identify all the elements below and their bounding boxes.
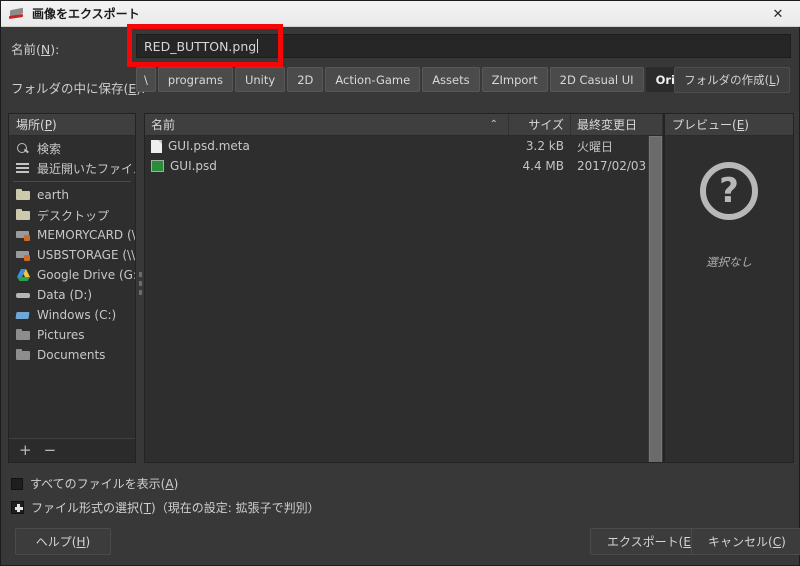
place-item-label: 検索: [37, 141, 62, 156]
export-image-dialog: 画像をエクスポート ✕ 名前(N): RED_BUTTON.png フォルダの中…: [0, 0, 800, 566]
title-bar: 画像をエクスポート ✕: [1, 1, 800, 27]
remove-place-button[interactable]: −: [44, 443, 57, 458]
file-type-label: ファイル形式の選択(T)（現在の設定: 拡張子で判別）: [31, 501, 320, 515]
breadcrumb-item[interactable]: Assets: [422, 67, 480, 92]
column-header-name[interactable]: 名前 ⌃: [145, 114, 509, 135]
breadcrumb-item[interactable]: ZImport: [481, 67, 548, 92]
column-header-name-label: 名前: [151, 118, 176, 132]
file-list-scrollbar[interactable]: [648, 136, 663, 462]
network-drive-icon: [16, 248, 31, 262]
file-name-cell: GUI.psd.meta: [145, 139, 509, 153]
place-item-label: Data (D:): [37, 288, 93, 302]
place-item[interactable]: 最近開いたファイル: [9, 158, 135, 178]
help-button[interactable]: ヘルプ(H): [15, 528, 111, 555]
checkbox-icon: [11, 477, 23, 490]
add-place-button[interactable]: +: [19, 443, 32, 458]
place-item[interactable]: Pictures: [9, 325, 135, 345]
place-item[interactable]: Data (D:): [9, 285, 135, 305]
search-icon: [16, 141, 31, 155]
google-drive-icon: [16, 268, 31, 282]
file-type-expander[interactable]: ファイル形式の選択(T)（現在の設定: 拡張子で判別）: [11, 499, 320, 516]
show-all-files-checkbox[interactable]: すべてのファイルを表示(A): [11, 475, 178, 492]
question-mark-icon: ?: [700, 162, 758, 220]
places-footer: + −: [9, 438, 135, 462]
scrollbar-thumb[interactable]: [649, 136, 662, 462]
place-item[interactable]: Google Drive (G:): [9, 265, 135, 285]
file-list-panel: 名前 ⌃ サイズ 最終変更日 GUI.psd.meta 3.2 kB 火曜日 GUI.…: [144, 113, 664, 463]
network-drive-icon: [16, 228, 31, 242]
place-item-label: MEMORYCARD (\\E...: [37, 228, 135, 242]
places-list: 検索最近開いたファイル earth デスクトップ MEMORYCARD (\\E...…: [9, 136, 135, 438]
gimp-export-icon: [9, 6, 25, 22]
place-item-label: Windows (C:): [37, 308, 117, 322]
show-all-files-label: すべてのファイルを表示(A): [30, 477, 179, 491]
preview-empty-label: 選択なし: [706, 255, 752, 269]
breadcrumb-item[interactable]: programs: [157, 67, 233, 92]
file-row[interactable]: GUI.psd.meta 3.2 kB 火曜日: [145, 136, 663, 156]
text-caret: [257, 39, 259, 53]
window-title: 画像をエクスポート: [32, 7, 140, 21]
sort-ascending-icon: ⌃: [489, 119, 498, 130]
place-item[interactable]: Windows (C:): [9, 305, 135, 325]
file-name-label: GUI.psd: [170, 159, 217, 173]
breadcrumb-item[interactable]: 2D: [287, 67, 324, 92]
place-item-label: Google Drive (G:): [37, 268, 135, 282]
place-item-label: USBSTORAGE (\\E...: [37, 248, 135, 262]
breadcrumb-item[interactable]: 2D Casual UI: [549, 67, 644, 92]
place-item[interactable]: デスクトップ: [9, 205, 135, 225]
windows-drive-icon: [16, 308, 31, 322]
splitter-grip-icon: [138, 272, 142, 304]
places-header: 場所(P): [9, 114, 135, 136]
breadcrumb-item[interactable]: Action-Game: [325, 67, 421, 92]
text-file-icon: [151, 139, 162, 153]
drive-icon: [16, 288, 31, 302]
places-panel: 場所(P) 検索最近開いたファイル earth デスクトップ MEMORYCARD (…: [8, 113, 136, 463]
filename-input[interactable]: RED_BUTTON.png: [136, 34, 791, 58]
create-folder-button[interactable]: フォルダの作成(L): [674, 67, 790, 93]
psd-file-icon: [151, 160, 164, 172]
close-icon[interactable]: ✕: [755, 1, 800, 27]
dialog-body: 場所(P) 検索最近開いたファイル earth デスクトップ MEMORYCARD (…: [8, 113, 794, 463]
file-list-rows: GUI.psd.meta 3.2 kB 火曜日 GUI.psd 4.4 MB 2017/0…: [145, 136, 663, 462]
folder-gray-icon: [16, 348, 31, 362]
file-row[interactable]: GUI.psd 4.4 MB 2017/02/03: [145, 156, 663, 176]
file-name-cell: GUI.psd: [145, 159, 509, 173]
place-item-label: earth: [37, 188, 69, 202]
panel-splitter[interactable]: [136, 113, 144, 463]
place-item-label: デスクトップ: [37, 208, 110, 223]
folder-icon: [16, 208, 31, 222]
place-item[interactable]: 検索: [9, 138, 135, 158]
filename-value: RED_BUTTON.png: [144, 38, 257, 54]
place-item[interactable]: USBSTORAGE (\\E...: [9, 245, 135, 265]
file-size-cell: 4.4 MB: [522, 159, 564, 173]
file-list-header: 名前 ⌃ サイズ 最終変更日: [145, 114, 663, 136]
save-in-folder-label: フォルダの中に保存(E):: [11, 81, 145, 96]
place-item[interactable]: earth: [9, 185, 135, 205]
place-item-label: Documents: [37, 348, 106, 362]
folder-icon: [16, 188, 31, 202]
place-item[interactable]: Documents: [9, 345, 135, 365]
preview-panel: プレビュー(E) ? 選択なし: [664, 113, 794, 463]
preview-body: ? 選択なし: [665, 136, 793, 462]
divider: [13, 181, 131, 182]
name-label: 名前(N):: [11, 42, 60, 57]
breadcrumb-item[interactable]: Unity: [234, 67, 286, 92]
column-header-size[interactable]: サイズ: [509, 114, 571, 135]
place-item[interactable]: MEMORYCARD (\\E...: [9, 225, 135, 245]
recent-files-icon: [16, 161, 31, 175]
place-item-label: 最近開いたファイル: [37, 161, 135, 176]
file-size-cell: 3.2 kB: [525, 139, 564, 153]
folder-gray-icon: [16, 328, 31, 342]
breadcrumb-item[interactable]: \: [136, 67, 156, 92]
place-item-label: Pictures: [37, 328, 85, 342]
file-name-label: GUI.psd.meta: [168, 139, 250, 153]
column-header-modified[interactable]: 最終変更日: [571, 114, 663, 135]
expander-plus-icon: [11, 501, 24, 514]
preview-header: プレビュー(E): [665, 114, 793, 136]
cancel-button[interactable]: キャンセル(C): [691, 528, 800, 555]
